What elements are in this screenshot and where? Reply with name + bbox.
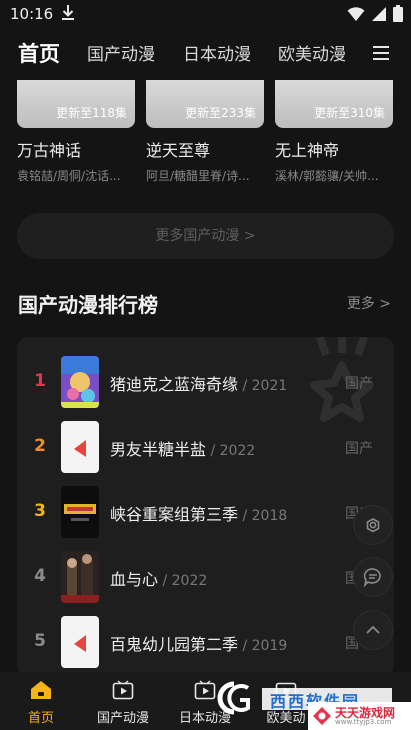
top-nav: 首页 国产动漫 日本动漫 欧美动漫 [0,28,411,80]
rank-number: 5 [34,631,46,651]
ranking-list: 1 猪迪克之蓝海奇缘 / 2021 国产 2 男友半糖半盐 / 2022 国产 … [17,337,394,677]
anime-thumbnail: 更新至310集 [275,80,393,128]
anime-title: 无上神帝 [275,141,340,160]
tab-chinese-anime[interactable]: 国产动漫 [87,40,155,65]
ranking-row[interactable]: 4 血与心 / 2022 国 [17,549,394,605]
anime-cast: 袁铭喆/周侗/沈话... [17,169,121,183]
tab-western-anime[interactable]: 欧美动漫 [278,40,346,65]
ranking-row[interactable]: 2 男友半糖半盐 / 2022 国产 [17,419,394,475]
anime-card[interactable]: 更新至118集 万古神话 袁铭喆/周侗/沈话... [17,80,135,184]
feedback-button[interactable] [353,557,393,597]
anime-card[interactable]: 更新至310集 无上神帝 溪林/郭懿骧/关帅... [275,80,393,184]
gear-icon [366,518,380,533]
ranking-item-year: / 2019 [238,638,288,654]
ranking-item-tag: 国产 [345,441,373,457]
ranking-item-year: / 2022 [206,443,256,459]
anime-thumbnail: 更新至118集 [17,80,135,128]
episode-badge: 更新至310集 [314,106,385,120]
status-bar: 10:16 [0,0,411,28]
ranking-row[interactable]: 3 峡谷重案组第三季 / 2018 国产 [17,484,394,540]
anime-cover [61,356,99,408]
anime-card[interactable]: 更新至233集 逆天至尊 阿旦/糖醋里脊/诗... [146,80,264,184]
watermark-badge: 天天游戏网 www.ttyjp3.com [308,702,411,730]
anime-cover [61,551,99,603]
anime-cards-row: 更新至118集 万古神话 袁铭喆/周侗/沈话... 更新至233集 逆天至尊 阿… [0,80,411,190]
rank-number: 3 [34,501,46,521]
rank-number: 2 [34,436,46,456]
signal-icon [372,6,386,21]
watermark-url: www.ttyjp3.com [335,718,392,726]
anime-cover [61,421,99,473]
anime-cast: 溪林/郭懿骧/关帅... [275,169,379,183]
more-chinese-anime-button[interactable]: 更多国产动漫 > [17,213,394,259]
ranking-item-title: 血与心 / 2022 [110,570,208,589]
anime-cover [61,486,99,538]
tab-japanese-anime[interactable]: 日本动漫 [183,40,251,65]
menu-icon[interactable] [373,46,389,60]
rank-number: 4 [34,566,46,586]
ranking-row[interactable]: 5 百鬼幼儿园第二季 / 2019 国 [17,614,394,670]
ranking-item-title: 猪迪克之蓝海奇缘 / 2021 [110,375,288,394]
bottom-nav-chinese-anime[interactable]: 国产动漫 [83,680,163,726]
download-icon [62,5,74,20]
rank-number: 1 [34,371,46,391]
ranking-item-title: 男友半糖半盐 / 2022 [110,440,256,459]
ranking-item-year: / 2022 [158,573,208,589]
ranking-item-title: 百鬼幼儿园第二季 / 2019 [110,635,288,654]
game-logo-icon [313,707,331,725]
bottom-nav-home[interactable]: 首页 [1,680,81,726]
ranking-item-year: / 2021 [238,378,288,394]
ranking-item-year: / 2018 [238,508,288,524]
chat-icon [363,568,381,587]
episode-badge: 更新至118集 [56,106,127,120]
ranking-section-title: 国产动漫排行榜 [18,293,158,317]
battery-icon [393,5,403,22]
chevron-up-icon [366,625,380,634]
ranking-item-tag: 国产 [345,376,373,392]
anime-title: 万古神话 [17,141,82,160]
bottom-nav-label: 国产动漫 [96,711,149,726]
anime-cast: 阿旦/糖醋里脊/诗... [146,169,250,183]
anime-thumbnail: 更新至233集 [146,80,264,128]
ranking-more-link[interactable]: 更多 > [347,293,391,313]
tab-home[interactable]: 首页 [18,38,60,68]
ranking-item-title: 峡谷重案组第三季 / 2018 [110,505,288,524]
play-icon [194,680,216,700]
settings-button[interactable] [353,505,393,545]
back-to-top-button[interactable] [353,610,393,650]
home-icon [31,681,51,699]
anime-cover [61,616,99,668]
anime-title: 逆天至尊 [146,141,211,160]
bottom-nav-label: 首页 [27,711,54,726]
wifi-icon [347,6,365,21]
play-icon [112,680,134,700]
episode-badge: 更新至233集 [185,106,256,120]
status-time: 10:16 [10,5,54,23]
ranking-row[interactable]: 1 猪迪克之蓝海奇缘 / 2021 国产 [17,354,394,410]
